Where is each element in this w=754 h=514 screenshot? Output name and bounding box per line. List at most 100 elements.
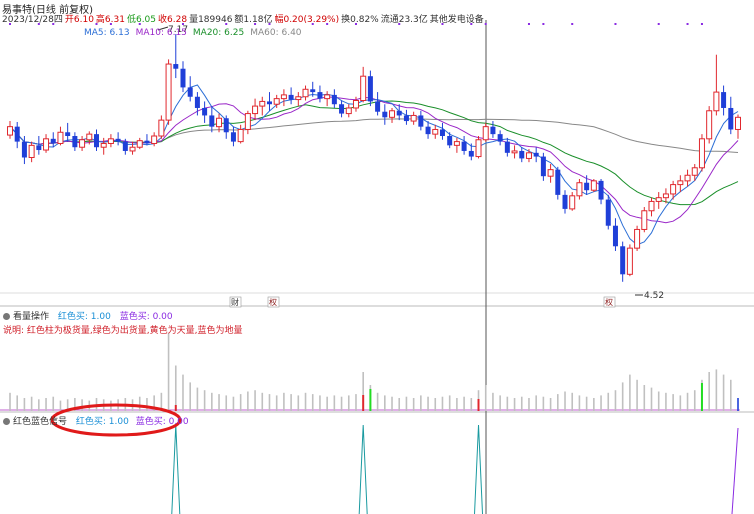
candle-body [65, 132, 71, 137]
ma-legend-3: MA60: 6.40 [250, 28, 302, 38]
candle-body [252, 105, 259, 115]
candle-body [721, 92, 727, 108]
candle-body [266, 101, 272, 105]
ma-legend-row: MA5: 6.13 MA10: 6.15 MA20: 6.25 MA60: 6.40 [84, 28, 308, 38]
info-item-2: 高6.31 [95, 15, 125, 25]
info-item-3: 低6.05 [126, 15, 157, 25]
candle-body [36, 145, 42, 151]
ma-legend-0: MA5: 6.13 [84, 28, 130, 38]
candle-body [107, 138, 114, 144]
candle-body [339, 104, 345, 114]
candle-body [367, 76, 373, 102]
candle-body [352, 99, 359, 109]
bottom-tag-2-label: 权 [269, 297, 277, 307]
candle-body [173, 64, 179, 69]
signal-dot [657, 23, 660, 25]
bottom-tag-3[interactable]: 权 [603, 296, 616, 308]
signal-panel-title: 红色蓝色信号 [13, 417, 68, 427]
candle-body [504, 141, 510, 153]
candle-body [547, 169, 554, 177]
candle-body [511, 150, 518, 154]
candle-body [519, 150, 525, 159]
candle-body [21, 141, 27, 158]
candle-body [698, 138, 705, 169]
candle-body [216, 117, 223, 128]
candle-body [670, 184, 677, 195]
low-label: 4.52 [644, 291, 664, 301]
panel-collapse-icon[interactable] [3, 313, 10, 320]
info-item-7: 幅0.20(3.29%) [274, 15, 340, 25]
ma-legend-2: MA20: 6.25 [192, 28, 245, 38]
candle-body [223, 118, 229, 133]
info-item-1: 开6.10 [64, 15, 94, 25]
candle-body [14, 126, 20, 142]
candle-body [57, 131, 64, 144]
signal-param-1: 红色买: 1.00 [75, 417, 129, 427]
bottom-tag-2[interactable]: 权 [267, 296, 280, 308]
candle-body [735, 116, 741, 130]
info-item-5: 量189946 [189, 15, 233, 25]
info-item-9: 流通23.3亿 [380, 15, 428, 25]
candle-body [158, 119, 165, 137]
candle-body [230, 132, 236, 142]
signal-dot [700, 23, 703, 25]
candle-body [525, 152, 532, 159]
candle-body [590, 180, 597, 191]
candle-body [79, 139, 86, 148]
candle-body [194, 96, 200, 108]
candle-body [439, 129, 445, 137]
bottom-tag-1[interactable]: 财 [229, 296, 242, 308]
candle-body [273, 98, 280, 105]
signal-dot [614, 23, 617, 25]
candle-body [677, 180, 684, 186]
candle-body [86, 133, 93, 141]
candle-body [576, 182, 583, 197]
volume-panel-title: 看量操作 [13, 312, 50, 322]
candle-body [569, 195, 576, 210]
signal-dot [571, 23, 574, 25]
candle-body [555, 169, 561, 195]
candle-body [432, 128, 439, 135]
candle-body [28, 144, 35, 159]
volume-panel-header: 看量操作 红色买: 1.00 蓝色买: 0.00 [3, 309, 173, 322]
candle-body [403, 115, 409, 122]
candle-body [244, 113, 251, 130]
candle-body [605, 199, 611, 226]
candle-body [209, 115, 215, 127]
background [0, 0, 754, 514]
candle-body [482, 126, 489, 141]
candle-body [187, 87, 193, 97]
candle-body [533, 152, 539, 157]
ma-legend-1: MA10: 6.15 [135, 28, 187, 38]
candle-body [662, 193, 669, 199]
candle-body [389, 110, 396, 118]
candle-body [626, 247, 633, 275]
candle-body [728, 107, 734, 130]
signal-panel-collapse-icon[interactable] [3, 418, 10, 425]
info-item-8: 换0.82% [341, 15, 379, 25]
candle-body [324, 94, 331, 100]
candle-body [497, 134, 503, 142]
candle-body [310, 89, 316, 93]
candle-body [151, 135, 158, 144]
candle-body [410, 114, 417, 122]
candle-body [50, 138, 56, 144]
candle-body [453, 141, 460, 146]
candle-body [562, 194, 568, 209]
info-item-10: 其他发电设备 [429, 15, 484, 25]
volume-panel-note: 说明: 红色柱为极货量,绿色为出货量,黄色为天量,蓝色为地量 [3, 326, 243, 336]
candle-body [180, 68, 186, 88]
info-item-6: 额1.18亿 [234, 15, 273, 25]
candle-body [620, 246, 626, 275]
candle-body [713, 91, 720, 112]
candle-body [288, 94, 294, 100]
candle-body [490, 126, 496, 135]
signal-dot [686, 23, 689, 25]
candle-body [648, 200, 655, 212]
candle-body [598, 180, 604, 200]
candle-body [418, 115, 424, 127]
candle-body [129, 146, 136, 152]
candle-body [122, 141, 128, 151]
candle-body [72, 136, 78, 148]
candle-body [43, 138, 50, 151]
